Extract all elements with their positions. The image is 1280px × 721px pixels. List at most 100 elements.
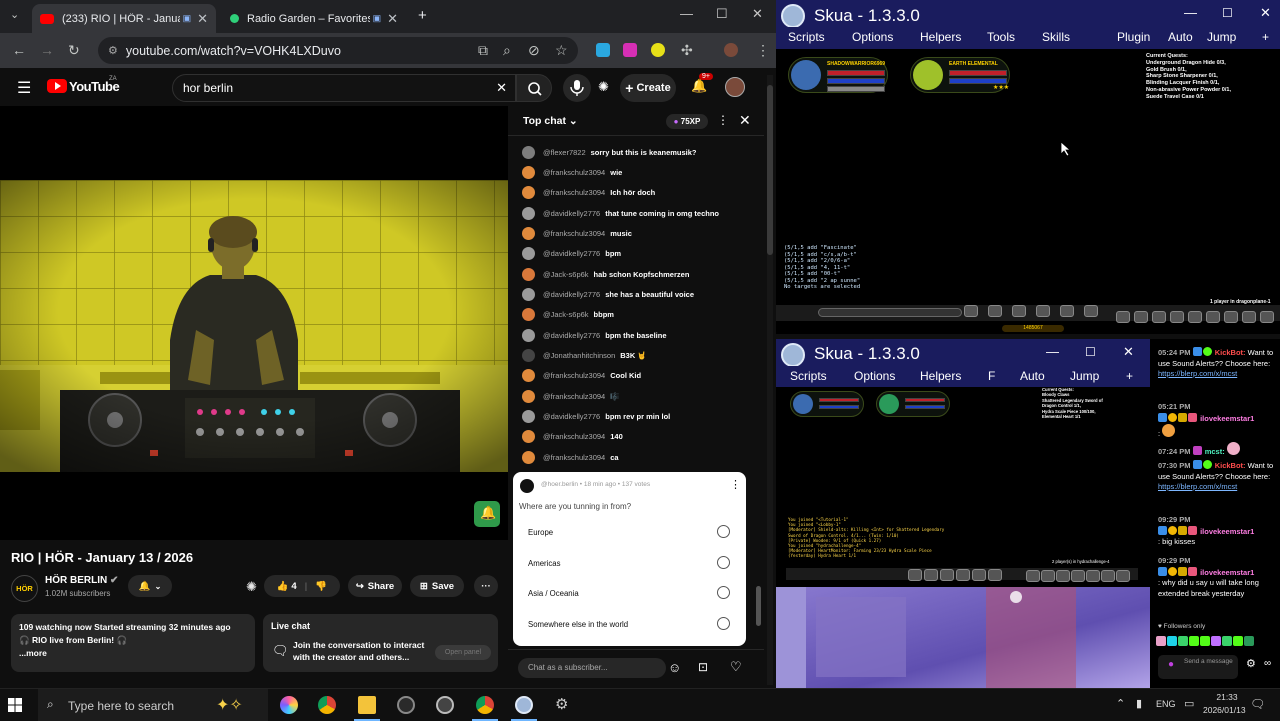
chat-author[interactable]: @frankschulz3094 [543,392,605,401]
dislike-button[interactable]: 👎 [315,581,327,592]
chat-author[interactable]: @davidkelly2776 [543,290,600,299]
chat-author[interactable]: @frankschulz3094 [543,168,605,177]
minimize-icon[interactable]: — [680,6,693,21]
skill-slot[interactable] [908,569,922,581]
chat-author[interactable]: @davidkelly2776 [543,331,600,340]
close-tab-icon[interactable]: ✕ [387,11,398,27]
chat-avatar[interactable] [522,287,535,301]
chat-author[interactable]: @Jack-s6p6k [543,270,589,279]
chat-scrollbar[interactable] [756,586,761,626]
chat-author[interactable]: @Jonathanhitchinson [543,351,615,360]
chat-author[interactable]: @flexer7822 [543,148,586,157]
settings-gear-icon[interactable]: ⚙ [555,695,568,713]
gear-extension-icon[interactable]: ✺ [246,579,257,595]
chrome-profile-icon[interactable] [476,696,494,714]
chat-avatar[interactable] [522,226,535,240]
skua-menu-item[interactable]: + [1262,30,1269,44]
chat-avatar[interactable] [522,389,535,403]
skill-slot[interactable] [1170,311,1184,323]
message-user[interactable]: ilovekeemstar1 [1200,527,1254,536]
poll-option-radio[interactable] [717,556,730,569]
game-chat-input[interactable] [818,308,962,317]
clear-search-icon[interactable]: ✕ [496,80,507,96]
send-message-input[interactable]: ● Send a message [1158,655,1238,679]
skill-slot[interactable] [1188,311,1202,323]
close-window-icon[interactable]: ✕ [1123,344,1134,360]
language-indicator[interactable]: ENG [1156,699,1176,709]
game-view[interactable]: SHADOWWARRIOR6969 EARTH ELEMENTAL ★★★ Cu… [776,49,1280,334]
skua-menu-item[interactable]: F [988,369,995,383]
chat-avatar[interactable] [522,267,535,281]
poll-option-radio[interactable] [717,586,730,599]
skill-slot[interactable] [988,569,1002,581]
message-user[interactable]: KickBot: [1215,348,1246,357]
skua-taskbar-icon[interactable] [515,696,533,714]
reload-icon[interactable]: ↻ [68,42,80,59]
eye-off-icon[interactable]: ⊘ [528,42,540,59]
message-link[interactable]: https://blerp.com/x/mcst [1158,369,1237,378]
description-more-link[interactable]: ...more [19,647,247,660]
steam-icon[interactable] [397,696,415,714]
heart-icon[interactable]: ♡ [730,659,742,675]
skill-slot[interactable] [1116,311,1130,323]
chat-author[interactable]: @frankschulz3094 [543,432,605,441]
chat-avatar[interactable] [522,369,535,383]
chat-avatar[interactable] [522,247,535,261]
back-icon[interactable]: ← [12,42,26,58]
maximize-icon[interactable]: ☐ [716,6,728,22]
chat-author[interactable]: @frankschulz3094 [543,371,605,380]
skill-slot[interactable] [956,569,970,581]
poll-menu-icon[interactable]: ⋮ [730,478,741,491]
skill-slot[interactable] [1026,570,1040,582]
poll-option-radio[interactable] [717,617,730,630]
extensions-puzzle-icon[interactable]: ✣ [681,42,693,59]
skill-slot[interactable] [1084,305,1098,317]
network-icon[interactable]: ▭ [1184,697,1194,710]
chat-avatar[interactable] [522,206,535,220]
minimize-icon[interactable]: — [1046,344,1059,359]
chat-author[interactable]: @davidkelly2776 [543,412,600,421]
skua-menu-item[interactable]: Options [852,30,893,44]
channel-name[interactable]: HÖR BERLIN ✔ [45,575,118,586]
skill-slot[interactable] [1224,311,1238,323]
maximize-icon[interactable]: ☐ [1222,6,1233,20]
skua-menu-item[interactable]: Helpers [920,369,961,383]
skua-menu-item[interactable]: Scripts [788,30,825,44]
create-button[interactable]: + Create [620,74,676,102]
skua-menu-item[interactable]: Auto [1168,30,1193,44]
skua-menu-item[interactable]: Helpers [920,30,961,44]
youtube-logo-icon[interactable] [47,79,67,93]
install-app-icon[interactable]: ⧉ [478,42,488,59]
top-chat-dropdown[interactable]: Top chat ⌄ [523,115,578,127]
chat-avatar[interactable] [522,165,535,179]
chat-author[interactable]: @davidkelly2776 [543,209,600,218]
extension-yellow-icon[interactable] [651,43,665,57]
skua-menu-item[interactable]: Jump [1070,369,1099,383]
chat-author[interactable]: @frankschulz3094 [543,229,605,238]
chrome-icon[interactable] [318,696,336,714]
chat-author[interactable]: @frankschulz3094 [543,453,605,462]
new-tab-icon[interactable]: + [418,7,427,24]
open-panel-button[interactable]: Open panel [435,645,491,660]
chat-author[interactable]: @davidkelly2776 [543,249,600,258]
app-icon[interactable] [436,696,454,714]
channel-avatar[interactable]: HÖR [11,575,38,602]
message-user[interactable]: ilovekeemstar1 [1200,414,1254,423]
skua-menu-item[interactable]: Skills [1042,30,1070,44]
chat-input[interactable]: Chat as a subscriber... [518,658,666,678]
windows-start-icon[interactable] [8,698,26,716]
skill-slot[interactable] [1086,570,1100,582]
site-info-icon[interactable]: ⚙ [108,44,118,57]
tray-chevron-icon[interactable]: ⌃ [1116,697,1125,710]
bookmark-star-icon[interactable]: ☆ [555,42,568,59]
chat-avatar[interactable] [522,430,535,444]
video-player[interactable]: 🔔 [0,106,508,540]
skill-slot[interactable] [1056,570,1070,582]
skua-menu-item[interactable]: Scripts [790,369,827,383]
game-view[interactable]: Current Quests: Bloody Claws Shattered Le… [776,387,1150,587]
extension-pink-icon[interactable] [623,43,637,57]
taskbar-search[interactable]: ⌕ Type here to search ✦✧ [38,689,268,721]
skill-slot[interactable] [1060,305,1074,317]
skill-slot[interactable] [1206,311,1220,323]
emoji-icon[interactable]: ☺ [668,660,681,675]
